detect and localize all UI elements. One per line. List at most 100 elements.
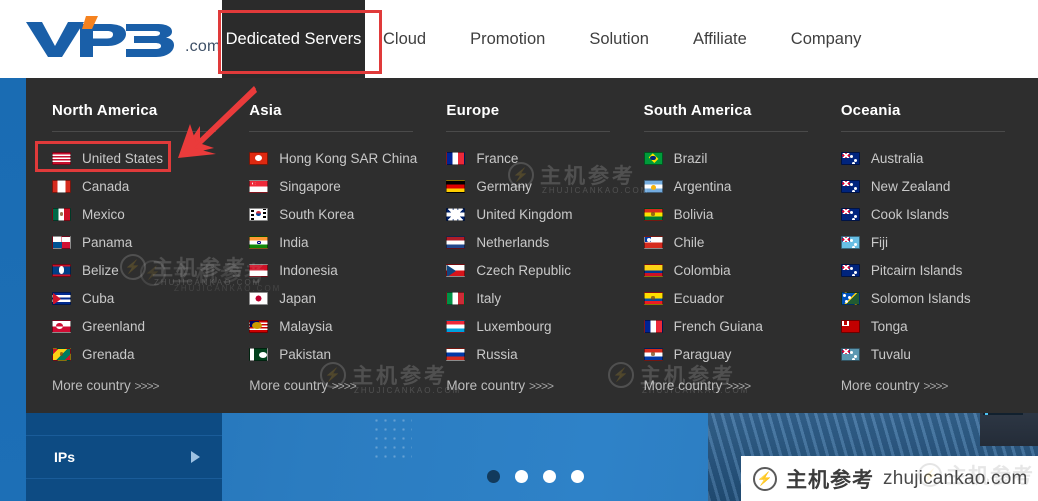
country-label: Japan: [279, 290, 316, 306]
mega-column-south-america: South America Brazil Argentina Bolivia Chile…: [643, 102, 841, 413]
country-item-cl[interactable]: Chile: [643, 228, 841, 256]
country-label: Luxembourg: [476, 318, 552, 334]
flag-icon-au: [840, 151, 860, 165]
flag-icon-bz: [52, 263, 71, 277]
flag-icon-nz: [840, 179, 860, 193]
country-label: Russia: [476, 346, 518, 362]
watermark-badge: ⚡ 主机参考 zhujicankao.com ⚡ 主机参考: [741, 456, 1038, 501]
more-country-link[interactable]: More country >>>>: [52, 378, 249, 393]
country-label: Cook Islands: [870, 206, 949, 222]
country-item-mx[interactable]: Mexico: [52, 200, 249, 228]
more-country-link[interactable]: More country >>>>: [841, 378, 1038, 393]
flag-icon-gb: [446, 207, 466, 221]
country-label: Czech Republic: [476, 262, 571, 278]
country-item-py[interactable]: Paraguay: [643, 340, 841, 368]
carousel-dot-2[interactable]: [515, 470, 528, 483]
more-country-label: More country: [249, 378, 332, 393]
country-item-pn[interactable]: Pitcairn Islands: [840, 256, 1038, 284]
carousel-dot-1[interactable]: [487, 470, 500, 483]
country-item-pk[interactable]: Pakistan: [249, 340, 446, 368]
nav-item-cloud[interactable]: Cloud: [383, 0, 426, 78]
country-item-nz[interactable]: New Zealand: [840, 172, 1038, 200]
country-item-kr[interactable]: South Korea: [249, 200, 446, 228]
country-item-nl[interactable]: Netherlands: [446, 228, 643, 256]
country-item-ck[interactable]: Cook Islands: [840, 200, 1038, 228]
country-item-fr[interactable]: France: [446, 144, 643, 172]
more-country-link[interactable]: More country >>>>: [446, 378, 643, 393]
flag-icon-de: [446, 179, 466, 193]
country-item-in[interactable]: India: [249, 228, 446, 256]
country-item-de[interactable]: Germany: [446, 172, 643, 200]
country-item-ru[interactable]: Russia: [446, 340, 643, 368]
country-item-gd[interactable]: Grenada: [52, 340, 249, 368]
hero-side-panel: IPs: [26, 413, 222, 501]
country-item-sb[interactable]: Solomon Islands: [840, 284, 1038, 312]
country-label: Fiji: [870, 234, 889, 250]
country-label: Tonga: [870, 318, 908, 334]
country-label: France: [476, 150, 519, 166]
country-item-ec[interactable]: Ecuador: [643, 284, 841, 312]
flag-icon-ar: [643, 179, 663, 193]
country-label: Australia: [870, 150, 924, 166]
country-item-it[interactable]: Italy: [446, 284, 643, 312]
carousel-dots[interactable]: [487, 470, 584, 483]
mega-column-divider: [840, 131, 1005, 132]
nav-item-label: Promotion: [470, 29, 546, 48]
country-item-gf[interactable]: French Guiana: [643, 312, 841, 340]
country-item-lu[interactable]: Luxembourg: [446, 312, 643, 340]
country-item-ar[interactable]: Argentina: [643, 172, 841, 200]
country-label: Grenada: [82, 346, 135, 362]
mega-column-europe: Europe France Germany United Kingdom Netherl…: [446, 102, 643, 413]
country-item-gl[interactable]: Greenland: [52, 312, 249, 340]
country-item-bz[interactable]: Belize: [52, 256, 249, 284]
country-label: Colombia: [673, 262, 731, 278]
sidebar-item-label: IPs: [54, 449, 76, 465]
nav-item-promotion[interactable]: Promotion: [470, 0, 545, 78]
more-country-link[interactable]: More country >>>>: [644, 378, 841, 393]
more-country-chevrons: >>>>: [134, 379, 160, 393]
country-item-fj[interactable]: Fiji: [840, 228, 1038, 256]
top-navbar: .com Dedicated Servers Cloud Promotion Solu…: [0, 0, 1038, 78]
country-item-to[interactable]: Tonga: [840, 312, 1038, 340]
site-logo[interactable]: .com: [22, 16, 220, 60]
more-country-link[interactable]: More country >>>>: [249, 378, 446, 393]
nav-item-dedicated-servers[interactable]: Dedicated Servers: [222, 0, 365, 78]
country-item-us[interactable]: United States: [52, 144, 249, 172]
country-item-gb[interactable]: United Kingdom: [446, 200, 643, 228]
country-item-co[interactable]: Colombia: [643, 256, 841, 284]
hero-left-strip: [0, 78, 26, 501]
country-item-cu[interactable]: Cuba: [52, 284, 249, 312]
flag-icon-fr: [446, 151, 466, 165]
country-item-br[interactable]: Brazil: [643, 144, 841, 172]
flag-icon-py: [643, 347, 663, 361]
country-item-tv[interactable]: Tuvalu: [840, 340, 1038, 368]
country-item-hk[interactable]: Hong Kong SAR China: [249, 144, 446, 172]
flag-icon-ca: [52, 179, 71, 193]
carousel-dot-4[interactable]: [571, 470, 584, 483]
country-label: Italy: [476, 290, 502, 306]
country-item-jp[interactable]: Japan: [249, 284, 446, 312]
country-label: Germany: [476, 178, 532, 194]
sidebar-item-ips[interactable]: IPs: [26, 435, 222, 479]
country-label: Solomon Islands: [870, 290, 971, 306]
country-item-ca[interactable]: Canada: [52, 172, 249, 200]
country-item-bo[interactable]: Bolivia: [643, 200, 841, 228]
country-label: Singapore: [279, 178, 341, 194]
country-item-id[interactable]: Indonesia: [249, 256, 446, 284]
country-item-cz[interactable]: Czech Republic: [446, 256, 643, 284]
country-label: Indonesia: [279, 262, 338, 278]
carousel-dot-3[interactable]: [543, 470, 556, 483]
mega-column-divider: [643, 131, 808, 132]
country-item-pa[interactable]: Panama: [52, 228, 249, 256]
nav-item-affiliate[interactable]: Affiliate: [693, 0, 747, 78]
country-item-sg[interactable]: Singapore: [249, 172, 446, 200]
nav-item-company[interactable]: Company: [791, 0, 862, 78]
flag-icon-fj: [840, 235, 860, 249]
mega-column-divider: [249, 131, 414, 132]
country-item-my[interactable]: Malaysia: [249, 312, 446, 340]
nav-item-solution[interactable]: Solution: [589, 0, 649, 78]
country-item-au[interactable]: Australia: [840, 144, 1038, 172]
